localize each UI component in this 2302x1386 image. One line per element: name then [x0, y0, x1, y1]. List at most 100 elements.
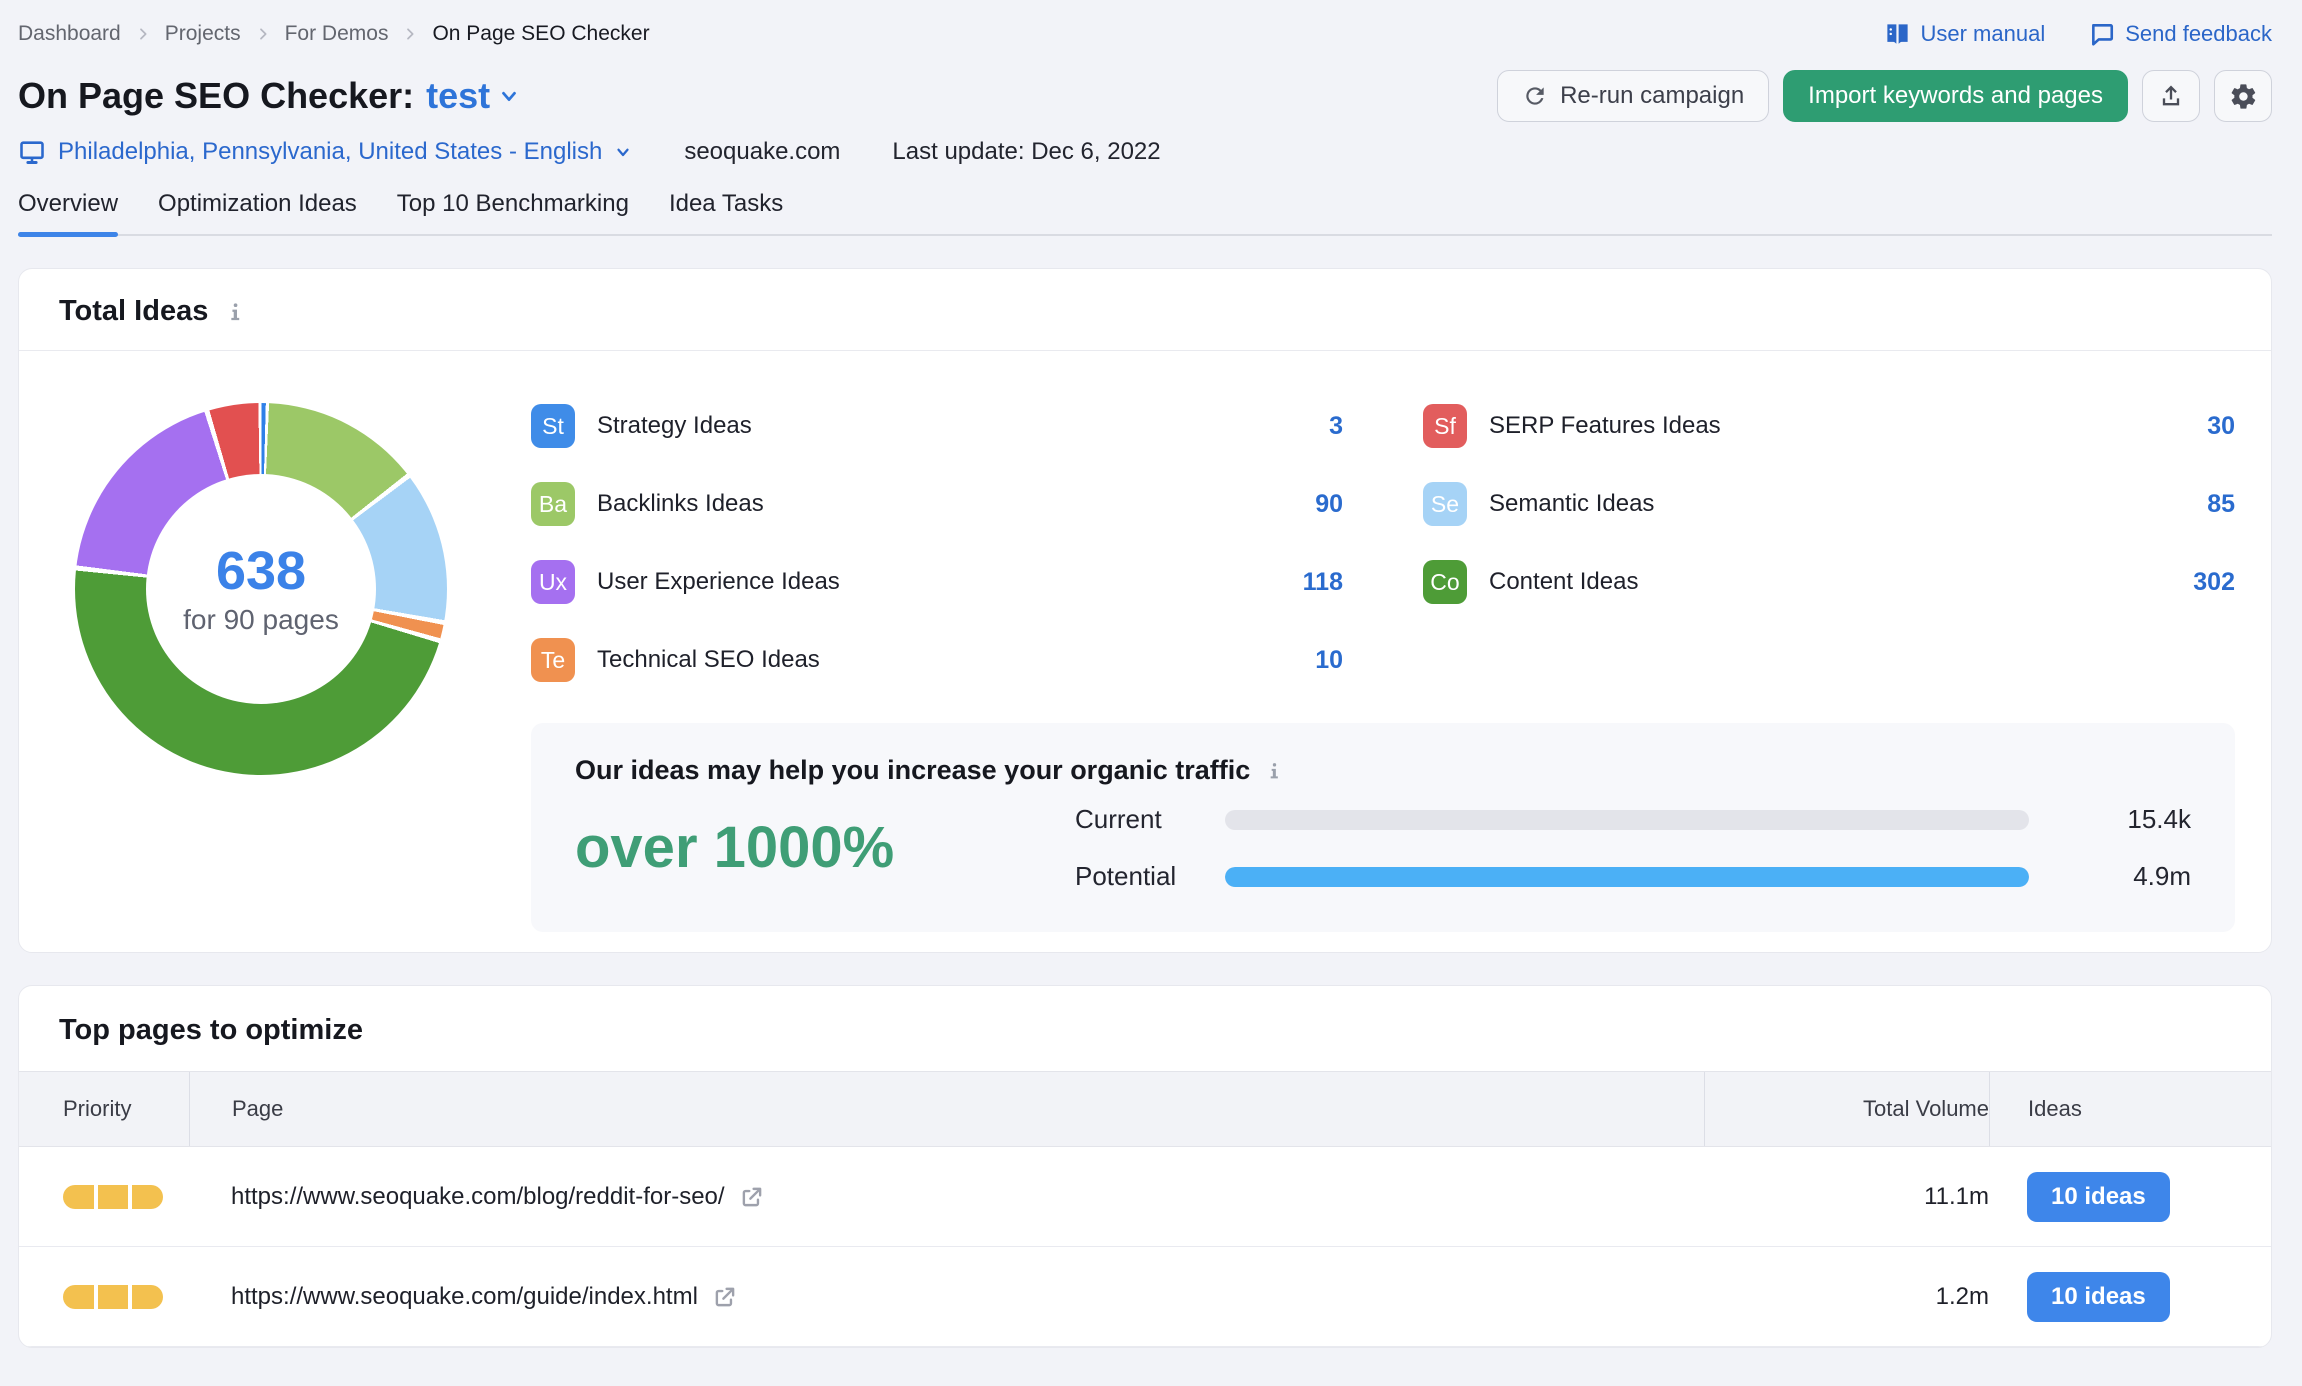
- ideas-cell: 10 ideas: [1989, 1271, 2271, 1322]
- external-link-icon[interactable]: [712, 1284, 738, 1310]
- location-dropdown[interactable]: Philadelphia, Pennsylvania, United State…: [18, 138, 632, 166]
- rerun-campaign-label: Re-run campaign: [1560, 82, 1745, 109]
- book-icon: [1884, 21, 1911, 48]
- ideas-count-button[interactable]: 10 ideas: [2027, 1171, 2170, 1222]
- import-keywords-label: Import keywords and pages: [1808, 82, 2103, 109]
- content-badge-icon: Co: [1423, 560, 1467, 604]
- on-page-seo-checker-page: Dashboard Projects For Demos On Page SEO…: [0, 0, 2302, 1348]
- chevron-down-icon: [614, 143, 632, 161]
- ideas-count-button[interactable]: 10 ideas: [2027, 1271, 2170, 1322]
- total-volume-cell: 11.1m: [1924, 1182, 1989, 1210]
- idea-type-label: Backlinks Ideas: [597, 490, 764, 517]
- idea-type-row-user-experience: Ux User Experience Ideas 118: [531, 543, 1343, 621]
- idea-types-column-left: St Strategy Ideas 3 Ba Backlinks Ideas 9…: [531, 387, 1343, 699]
- serp-features-badge-icon: Sf: [1423, 404, 1467, 448]
- send-feedback-link[interactable]: Send feedback: [2089, 21, 2272, 47]
- tab-optimization-ideas[interactable]: Optimization Ideas: [158, 190, 357, 234]
- external-link-icon[interactable]: [739, 1184, 765, 1210]
- idea-types-column-right: Sf SERP Features Ideas 30 Se Semantic Id…: [1423, 387, 2235, 621]
- project-dropdown[interactable]: test: [426, 70, 520, 122]
- breadcrumb-chevron-icon: [402, 26, 418, 42]
- rerun-campaign-button[interactable]: Re-run campaign: [1497, 70, 1770, 122]
- priority-indicator: [63, 1284, 164, 1309]
- idea-type-count[interactable]: 3: [1329, 412, 1343, 441]
- idea-types-area: St Strategy Ideas 3 Ba Backlinks Ideas 9…: [531, 387, 2235, 932]
- top-pages-header: Top pages to optimize: [19, 986, 2271, 1071]
- top-links: User manual Send feedback: [1884, 21, 2272, 48]
- idea-type-count[interactable]: 10: [1315, 646, 1343, 675]
- page-title-label: On Page SEO Checker:: [18, 75, 415, 116]
- current-traffic-row: Current 15.4k: [1075, 804, 2191, 835]
- meta-row: Philadelphia, Pennsylvania, United State…: [18, 138, 2272, 166]
- current-traffic-bar: [1225, 809, 2029, 830]
- column-header-total-volume: Total Volume: [1704, 1072, 1989, 1146]
- tab-idea-tasks[interactable]: Idea Tasks: [669, 190, 783, 234]
- donut-chart-area: 638 for 90 pages: [75, 387, 531, 932]
- page-url-link[interactable]: https://www.seoquake.com/blog/reddit-for…: [231, 1183, 725, 1211]
- strategy-badge-icon: St: [531, 404, 575, 448]
- last-update: Last update: Dec 6, 2022: [892, 138, 1161, 165]
- priority-indicator: [63, 1184, 164, 1209]
- priority-cell: [19, 1284, 189, 1309]
- page-cell: https://www.seoquake.com/guide/index.htm…: [189, 1283, 1704, 1311]
- import-keywords-button[interactable]: Import keywords and pages: [1783, 70, 2128, 122]
- donut-total-value: 638: [215, 541, 307, 601]
- total-ideas-header: Total Ideas: [19, 269, 2271, 351]
- send-feedback-label: Send feedback: [2125, 21, 2272, 46]
- current-traffic-label: Current: [1075, 804, 1162, 834]
- idea-type-row-serp-features: Sf SERP Features Ideas 30: [1423, 387, 2235, 465]
- monitor-icon: [18, 138, 46, 166]
- breadcrumb-chevron-icon: [135, 26, 151, 42]
- user-manual-link[interactable]: User manual: [1884, 21, 2046, 48]
- idea-type-label: Semantic Ideas: [1489, 490, 1655, 517]
- tab-top10-benchmarking[interactable]: Top 10 Benchmarking: [397, 190, 629, 234]
- idea-type-count[interactable]: 302: [2193, 568, 2235, 597]
- technical-seo-badge-icon: Te: [531, 638, 575, 682]
- user-manual-label: User manual: [1920, 21, 2046, 46]
- idea-type-count[interactable]: 118: [1303, 568, 1343, 597]
- location-label: Philadelphia, Pennsylvania, United State…: [58, 138, 603, 165]
- header-actions: Re-run campaign Import keywords and page…: [1497, 70, 2272, 122]
- backlinks-badge-icon: Ba: [531, 482, 575, 526]
- breadcrumb-projects[interactable]: Projects: [165, 22, 241, 46]
- idea-types-grid: St Strategy Ideas 3 Ba Backlinks Ideas 9…: [531, 387, 2235, 699]
- info-icon[interactable]: [224, 301, 246, 323]
- current-traffic-value: 15.4k: [2127, 804, 2191, 834]
- refresh-icon: [1522, 83, 1548, 109]
- info-icon[interactable]: [1264, 761, 1284, 781]
- potential-traffic-label: Potential: [1075, 861, 1177, 891]
- table-row: https://www.seoquake.com/blog/reddit-for…: [19, 1147, 2271, 1247]
- column-header-ideas: Ideas: [1989, 1072, 2271, 1146]
- potential-traffic-row: Potential 4.9m: [1075, 861, 2191, 892]
- table-header-row: Priority Page Total Volume Ideas: [19, 1071, 2271, 1147]
- breadcrumb-current: On Page SEO Checker: [432, 22, 650, 45]
- settings-button[interactable]: [2214, 70, 2272, 122]
- breadcrumb-for-demos[interactable]: For Demos: [285, 22, 389, 46]
- idea-type-label: Content Ideas: [1489, 568, 1639, 595]
- idea-type-row-strategy: St Strategy Ideas 3: [531, 387, 1343, 465]
- idea-type-count[interactable]: 85: [2207, 490, 2235, 519]
- breadcrumb: Dashboard Projects For Demos On Page SEO…: [18, 22, 650, 46]
- page-url-link[interactable]: https://www.seoquake.com/guide/index.htm…: [231, 1283, 698, 1311]
- top-pages-title: Top pages to optimize: [59, 1014, 363, 1046]
- organic-traffic-content: over 1000% Current 15.4k Potential 4.9m: [575, 804, 2191, 892]
- tab-bar: Overview Optimization Ideas Top 10 Bench…: [18, 190, 2272, 237]
- total-ideas-title: Total Ideas: [59, 295, 209, 327]
- idea-type-label: Strategy Ideas: [597, 412, 752, 439]
- export-icon: [2157, 82, 2185, 110]
- idea-type-count[interactable]: 90: [1315, 490, 1343, 519]
- top-pages-card: Top pages to optimize Priority Page Tota…: [18, 985, 2272, 1348]
- traffic-increase-highlight: over 1000%: [575, 815, 895, 880]
- page-cell: https://www.seoquake.com/blog/reddit-for…: [189, 1183, 1704, 1211]
- user-experience-badge-icon: Ux: [531, 560, 575, 604]
- breadcrumb-dashboard[interactable]: Dashboard: [18, 22, 121, 46]
- idea-type-count[interactable]: 30: [2207, 412, 2235, 441]
- organic-traffic-title-row: Our ideas may help you increase your org…: [575, 755, 2191, 786]
- tab-overview[interactable]: Overview: [18, 190, 119, 237]
- chevron-down-icon: [498, 85, 520, 107]
- potential-traffic-value: 4.9m: [2133, 861, 2191, 891]
- total-ideas-body: 638 for 90 pages St Strategy Ideas 3 Ba: [19, 351, 2271, 952]
- project-name: test: [426, 75, 491, 116]
- export-button[interactable]: [2142, 70, 2200, 122]
- title-row: On Page SEO Checker: test Re-run campaig…: [18, 70, 2272, 122]
